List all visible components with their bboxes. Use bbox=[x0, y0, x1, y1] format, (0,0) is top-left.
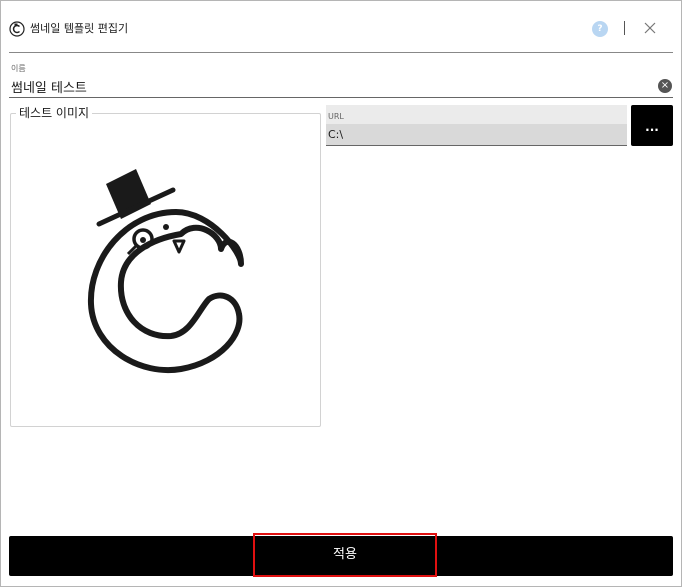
browse-button[interactable]: ... bbox=[631, 105, 673, 146]
url-label: URL bbox=[328, 112, 344, 121]
close-icon[interactable] bbox=[641, 19, 659, 37]
test-image-legend: 테스트 이미지 bbox=[16, 105, 93, 121]
app-logo-icon bbox=[9, 21, 25, 37]
url-underline bbox=[326, 145, 627, 146]
window-title: 썸네일 템플릿 편집기 bbox=[30, 22, 129, 35]
title-bar: 썸네일 템플릿 편집기 ? bbox=[1, 1, 681, 51]
name-label: 이름 bbox=[11, 64, 26, 73]
url-field[interactable]: URL C:\ bbox=[326, 105, 627, 146]
name-field[interactable]: 이름 썸네일 테스트 × bbox=[9, 61, 673, 99]
title-separator bbox=[624, 21, 625, 35]
thumbnail-template-editor-window: 썸네일 템플릿 편집기 ? 이름 썸네일 테스트 × 테스트 이미지 URL C… bbox=[0, 0, 682, 587]
apply-button[interactable]: 적용 bbox=[253, 533, 437, 577]
help-button[interactable]: ? bbox=[592, 21, 608, 37]
title-divider bbox=[9, 52, 673, 53]
name-input[interactable]: 썸네일 테스트 bbox=[11, 77, 87, 96]
url-input[interactable]: C:\ bbox=[326, 124, 627, 145]
apply-bar[interactable]: 적용 bbox=[9, 533, 673, 577]
name-underline bbox=[9, 97, 673, 98]
test-image-group: 테스트 이미지 bbox=[10, 105, 321, 427]
mascot-image bbox=[87, 169, 244, 374]
clear-icon[interactable]: × bbox=[658, 79, 672, 93]
